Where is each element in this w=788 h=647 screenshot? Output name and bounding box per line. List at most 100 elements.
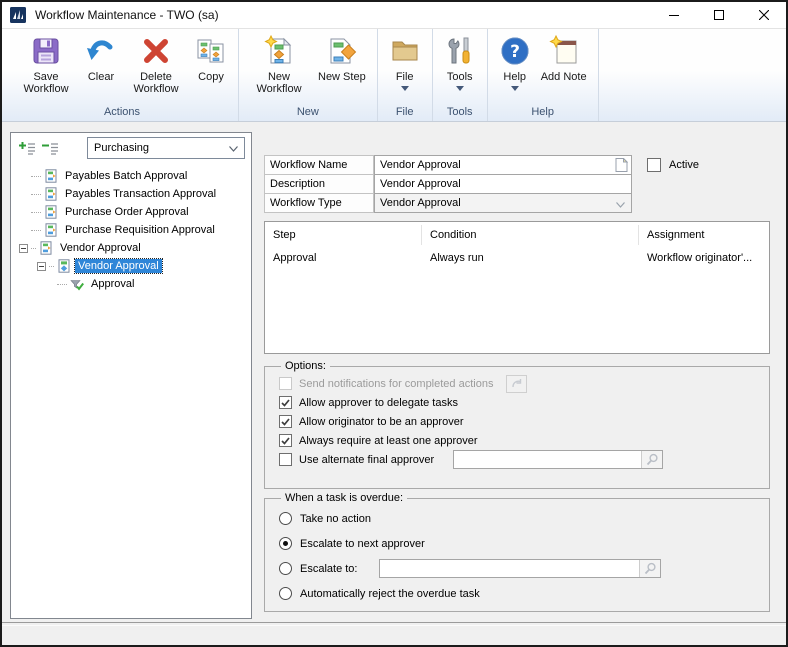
maximize-button[interactable]	[696, 2, 741, 28]
tree-item-purchase-order-approval[interactable]: Purchase Order Approval	[11, 203, 251, 221]
auto-reject-radio[interactable]	[279, 587, 292, 600]
tree-item-label-selected: Vendor Approval	[75, 259, 162, 273]
escalate-next-label: Escalate to next approver	[300, 538, 425, 550]
cell-condition: Always run	[422, 252, 639, 264]
tree-item-label: Purchase Order Approval	[62, 205, 192, 219]
bottom-divider	[2, 622, 786, 626]
alternate-approver-checkbox[interactable]	[279, 453, 292, 466]
send-notifications-checkbox	[279, 377, 292, 390]
new-workflow-icon	[263, 35, 295, 67]
help-icon: ?	[499, 35, 531, 67]
escalate-to-label: Escalate to:	[300, 563, 357, 575]
note-icon	[615, 158, 628, 172]
category-dropdown[interactable]: Purchasing	[87, 137, 245, 159]
record-note-button[interactable]	[612, 157, 630, 173]
active-label: Active	[669, 159, 699, 171]
cell-assignment: Workflow originator'...	[639, 252, 769, 264]
tree-connector	[31, 194, 41, 195]
workflow-type-value: Vendor Approval	[380, 197, 461, 209]
new-step-icon	[326, 35, 358, 67]
new-workflow-button[interactable]: New Workflow	[246, 32, 312, 95]
tree-expander-collapse[interactable]	[19, 244, 28, 253]
tree-item-label: Approval	[88, 277, 137, 291]
alternate-approver-input[interactable]	[454, 451, 642, 468]
new-workflow-label: New Workflow	[250, 71, 308, 95]
chevron-down-icon	[229, 146, 238, 152]
tree-item-vendor-approval-root[interactable]: Vendor Approval	[11, 239, 251, 257]
copy-label: Copy	[198, 71, 224, 83]
tree-item-label: Purchase Requisition Approval	[62, 223, 218, 237]
toolbar-group-tools-label: Tools	[439, 105, 481, 121]
active-checkbox[interactable]	[647, 158, 661, 172]
tree-connector	[31, 230, 41, 231]
option-originator-approver: Allow originator to be an approver	[279, 412, 759, 431]
tree-item-vendor-approval-workflow[interactable]: Vendor Approval	[11, 257, 251, 275]
tree-expander-collapse[interactable]	[37, 262, 46, 271]
tree-item-approval-step[interactable]: Approval	[11, 275, 251, 293]
save-workflow-label: Save Workflow	[17, 71, 75, 95]
minimize-button[interactable]	[651, 2, 696, 28]
workflow-name-field[interactable]: Vendor Approval	[374, 155, 632, 175]
description-label: Description	[264, 174, 374, 194]
clear-button[interactable]: Clear	[81, 32, 121, 83]
folder-icon	[389, 35, 421, 67]
tree-item-purchase-requisition-approval[interactable]: Purchase Requisition Approval	[11, 221, 251, 239]
alternate-approver-lookup-button[interactable]	[641, 451, 662, 468]
approval-step-icon	[70, 277, 84, 291]
steps-table: Step Condition Assignment Approval Alway…	[264, 221, 770, 354]
tree-item-label: Payables Transaction Approval	[62, 187, 219, 201]
collapse-all-button[interactable]	[42, 142, 58, 155]
allow-delegate-checkbox[interactable]	[279, 396, 292, 409]
escalate-to-radio[interactable]	[279, 562, 292, 575]
tree-connector	[49, 266, 54, 267]
workflow-maintenance-window: Workflow Maintenance - TWO (sa)	[0, 0, 788, 647]
originator-approver-checkbox[interactable]	[279, 415, 292, 428]
chevron-down-icon	[456, 86, 464, 91]
close-button[interactable]	[741, 2, 786, 28]
check-icon	[281, 399, 290, 407]
delete-workflow-label: Delete Workflow	[127, 71, 185, 95]
help-menu-label: Help	[503, 71, 526, 83]
expansion-icon	[511, 378, 523, 390]
title-bar: Workflow Maintenance - TWO (sa)	[2, 2, 786, 28]
chevron-down-icon	[616, 202, 625, 208]
description-field[interactable]: Vendor Approval	[374, 174, 632, 194]
escalate-next-radio[interactable]	[279, 537, 292, 550]
escalate-to-input[interactable]	[380, 560, 640, 577]
tools-menu-label: Tools	[447, 71, 473, 83]
new-step-button[interactable]: New Step	[314, 32, 370, 83]
column-header-condition: Condition	[422, 225, 639, 245]
add-note-button[interactable]: Add Note	[537, 32, 591, 83]
add-note-icon	[548, 35, 580, 67]
toolbar-group-help-label: Help	[494, 105, 592, 121]
workflow-tree: Payables Batch Approval Payables Transac…	[11, 167, 251, 293]
check-icon	[281, 418, 290, 426]
tree-item-payables-transaction-approval[interactable]: Payables Transaction Approval	[11, 185, 251, 203]
workflow-doc-icon	[44, 169, 58, 183]
copy-button[interactable]: Copy	[191, 32, 231, 83]
lookup-icon	[646, 453, 659, 466]
auto-reject-label: Automatically reject the overdue task	[300, 588, 480, 600]
workflow-doc-icon	[44, 187, 58, 201]
table-row[interactable]: Approval Always run Workflow originator'…	[265, 248, 769, 268]
app-icon	[10, 7, 26, 23]
toolbar-group-help: ? Help Add Note Help	[488, 29, 599, 121]
toolbar-group-new-label: New	[245, 105, 371, 121]
save-workflow-button[interactable]: Save Workflow	[13, 32, 79, 95]
require-one-approver-checkbox[interactable]	[279, 434, 292, 447]
toolbar-group-file: File File	[378, 29, 433, 121]
help-menu-button[interactable]: ? Help	[495, 32, 535, 91]
delete-workflow-button[interactable]: Delete Workflow	[123, 32, 189, 95]
tree-item-payables-batch-approval[interactable]: Payables Batch Approval	[11, 167, 251, 185]
overdue-take-no-action: Take no action	[279, 506, 759, 531]
expand-all-button[interactable]	[19, 142, 35, 155]
take-no-action-radio[interactable]	[279, 512, 292, 525]
escalate-to-lookup-button[interactable]	[639, 560, 660, 577]
tools-menu-button[interactable]: Tools	[440, 32, 480, 91]
toolbar-group-file-label: File	[384, 105, 426, 121]
toolbar-group-actions-label: Actions	[12, 105, 232, 121]
description-value: Vendor Approval	[380, 178, 461, 190]
undo-icon	[85, 35, 117, 67]
file-menu-button[interactable]: File	[385, 32, 425, 91]
toolbar-group-tools: Tools Tools	[433, 29, 488, 121]
